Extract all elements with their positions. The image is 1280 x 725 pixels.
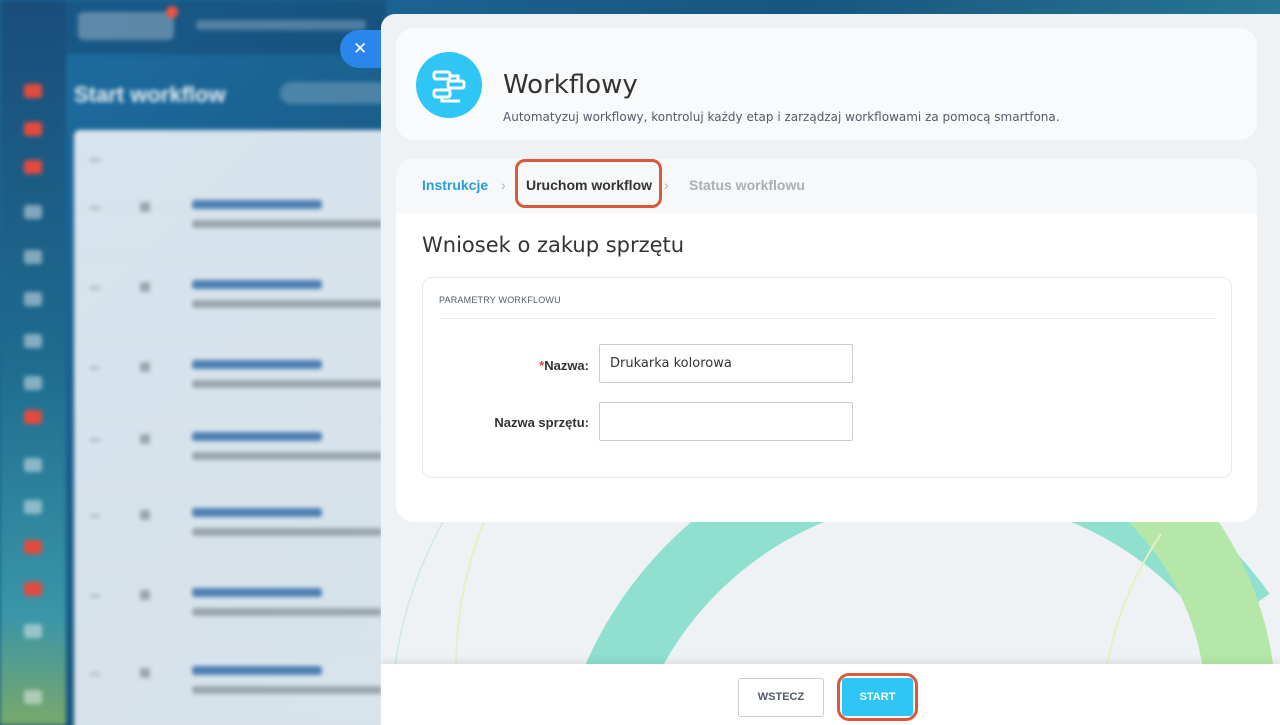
sidebar-icon — [24, 334, 42, 348]
page-title: Workflowy — [503, 70, 638, 100]
sidebar-icon — [24, 410, 42, 424]
background-filter — [280, 82, 390, 104]
workflow-parameters: PARAMETRY WORKFLOWU *Nazwa: Nazwa sprzęt… — [422, 277, 1232, 478]
sidebar-icon — [24, 292, 42, 306]
step-breadcrumb: Instrukcje › Uruchom workflow › Status w… — [396, 159, 1257, 213]
nazwa-label: *Nazwa: — [429, 358, 589, 373]
background-search — [196, 20, 366, 30]
background-chip — [78, 12, 174, 40]
sidebar-icon — [24, 205, 42, 219]
list-item — [74, 644, 394, 724]
list-item — [74, 486, 394, 566]
close-icon: ✕ — [353, 39, 368, 58]
sidebar-icon — [24, 160, 42, 174]
sidebar-icon — [24, 582, 42, 596]
notification-dot — [166, 6, 178, 18]
step-uruchom-workflow: Uruchom workflow — [526, 177, 653, 193]
workflow-form-card: Instrukcje › Uruchom workflow › Status w… — [396, 159, 1257, 522]
sidebar-icon — [24, 250, 42, 264]
sidebar-icon — [24, 458, 42, 472]
background-sidebar — [0, 0, 66, 725]
nazwa-input[interactable] — [599, 344, 853, 383]
page-subtitle: Automatyzuj workflowy, kontroluj każdy e… — [503, 110, 1060, 124]
nazwa-label-text: Nazwa: — [544, 358, 589, 373]
sidebar-icon — [24, 376, 42, 390]
sidebar-icon — [24, 540, 42, 554]
back-button[interactable]: WSTECZ — [738, 678, 824, 717]
workflow-panel: Workflowy Automatyzuj workflowy, kontrol… — [381, 14, 1280, 725]
sidebar-icon — [24, 500, 42, 514]
sidebar-icon — [24, 122, 42, 136]
list-item — [74, 258, 394, 338]
background-list — [74, 130, 394, 725]
close-button[interactable]: ✕ — [340, 30, 386, 68]
sidebar-icon — [24, 624, 42, 638]
chevron-right-icon: › — [501, 177, 506, 193]
form-title: Wniosek o zakup sprzętu — [422, 233, 685, 257]
list-item — [74, 178, 394, 258]
list-item — [74, 410, 394, 490]
nazwa-sprzetu-input[interactable] — [599, 402, 853, 441]
chevron-right-icon: › — [664, 177, 669, 193]
header-card: Workflowy Automatyzuj workflowy, kontrol… — [396, 28, 1257, 140]
sidebar-icon — [24, 84, 42, 98]
nazwa-sprzetu-label: Nazwa sprzętu: — [429, 415, 589, 430]
footer-bar: WSTECZ START — [381, 664, 1280, 725]
workflow-icon — [416, 52, 482, 118]
start-button[interactable]: START — [842, 678, 913, 716]
divider — [439, 318, 1216, 319]
nazwa-sprzetu-label-text: Nazwa sprzętu: — [494, 415, 589, 430]
step-status-workflowu: Status workflowu — [689, 177, 805, 193]
list-item — [74, 566, 394, 646]
step-instrukcje[interactable]: Instrukcje — [422, 177, 488, 193]
list-item — [74, 338, 394, 418]
section-title: PARAMETRY WORKFLOWU — [439, 295, 561, 305]
background-page-title: Start workflow — [74, 82, 226, 107]
sidebar-icon — [24, 690, 42, 704]
